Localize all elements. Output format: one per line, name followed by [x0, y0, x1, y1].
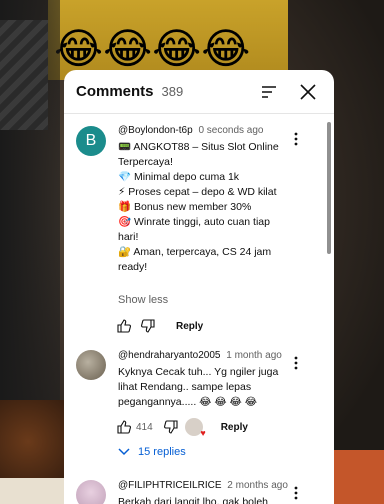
comment-time[interactable]: 0 seconds ago [198, 125, 263, 136]
comment-text: Berkah dari langit lho, gak boleh [118, 496, 269, 504]
comment-meta: @FILIPHTRICEILRICE 2 months ago [118, 480, 288, 491]
avatar[interactable]: B [76, 126, 106, 156]
comment-author[interactable]: @FILIPHTRICEILRICE [118, 480, 222, 491]
comment-line: ⚡ Proses cepat – depo & WD kilat [118, 186, 277, 198]
comment-line: 💎 Minimal depo cuma 1k [118, 171, 240, 183]
like-icon[interactable] [116, 419, 132, 435]
more-options-icon[interactable] [293, 486, 299, 500]
comment-line: 🎁 Bonus new member 30% [118, 201, 252, 213]
comment-actions: Reply [116, 316, 203, 336]
comment-line: 🔐 Aman, terpercaya, CS 24 jam ready! [118, 246, 272, 273]
sort-icon[interactable] [260, 83, 278, 101]
comment-text: Kyknya Cecak tuh... Yg ngiler juga lihat… [118, 366, 279, 408]
dislike-icon[interactable] [140, 318, 156, 334]
comment-time[interactable]: 2 months ago [227, 480, 288, 491]
reply-button[interactable]: Reply [221, 422, 248, 433]
view-replies-link[interactable]: 15 replies [118, 446, 186, 458]
like-icon[interactable] [116, 318, 132, 334]
comment-actions: 414 ♥ Reply [116, 417, 248, 438]
video-right-object [334, 450, 384, 504]
comment-author[interactable]: @Boylondon-t6p [118, 125, 193, 136]
dislike-icon[interactable] [163, 419, 179, 435]
comment-meta: @hendraharyanto2005 1 month ago [118, 350, 282, 361]
comments-header: Comments 389 [64, 70, 334, 114]
comment-line: 🎯 Winrate tinggi, auto cuan tiap hari! [118, 216, 270, 243]
comments-panel: Comments 389 B @Boylondon-t6p 0 seconds … [64, 70, 334, 504]
video-bright-area [0, 478, 70, 504]
more-options-icon[interactable] [293, 356, 299, 370]
like-count: 414 [136, 421, 153, 433]
more-options-icon[interactable] [293, 132, 299, 146]
show-less-link[interactable]: Show less [118, 294, 168, 306]
close-icon[interactable] [297, 81, 319, 103]
comment-text: 📟 ANGKOT88 – Situs Slot Online Terpercay… [118, 140, 290, 275]
video-person-shirt [0, 20, 48, 130]
comment-line: 📟 ANGKOT88 – Situs Slot Online Terpercay… [118, 141, 279, 168]
comment-meta: @Boylondon-t6p 0 seconds ago [118, 125, 264, 136]
comments-count: 389 [161, 84, 184, 99]
avatar[interactable] [76, 480, 106, 504]
avatar[interactable] [76, 350, 106, 380]
scrollbar-thumb[interactable] [327, 122, 331, 254]
video-emoji-overlay: 😂😂😂😂 [54, 25, 251, 72]
comment-item: @hendraharyanto2005 1 month ago Kyknya C… [64, 348, 324, 458]
chevron-down-icon [118, 448, 130, 456]
comment-item: @FILIPHTRICEILRICE 2 months ago Berkah d… [64, 478, 324, 504]
comments-scrollbar[interactable] [327, 122, 331, 504]
creator-heart-icon: ♥ [184, 418, 206, 438]
comment-author[interactable]: @hendraharyanto2005 [118, 350, 220, 361]
reply-button[interactable]: Reply [176, 321, 203, 332]
comments-title: Comments [76, 83, 154, 100]
replies-count: 15 replies [138, 446, 186, 458]
heart-icon: ♥ [200, 428, 206, 438]
comment-item: B @Boylondon-t6p 0 seconds ago 📟 ANGKOT8… [64, 122, 324, 342]
comment-time[interactable]: 1 month ago [226, 350, 282, 361]
